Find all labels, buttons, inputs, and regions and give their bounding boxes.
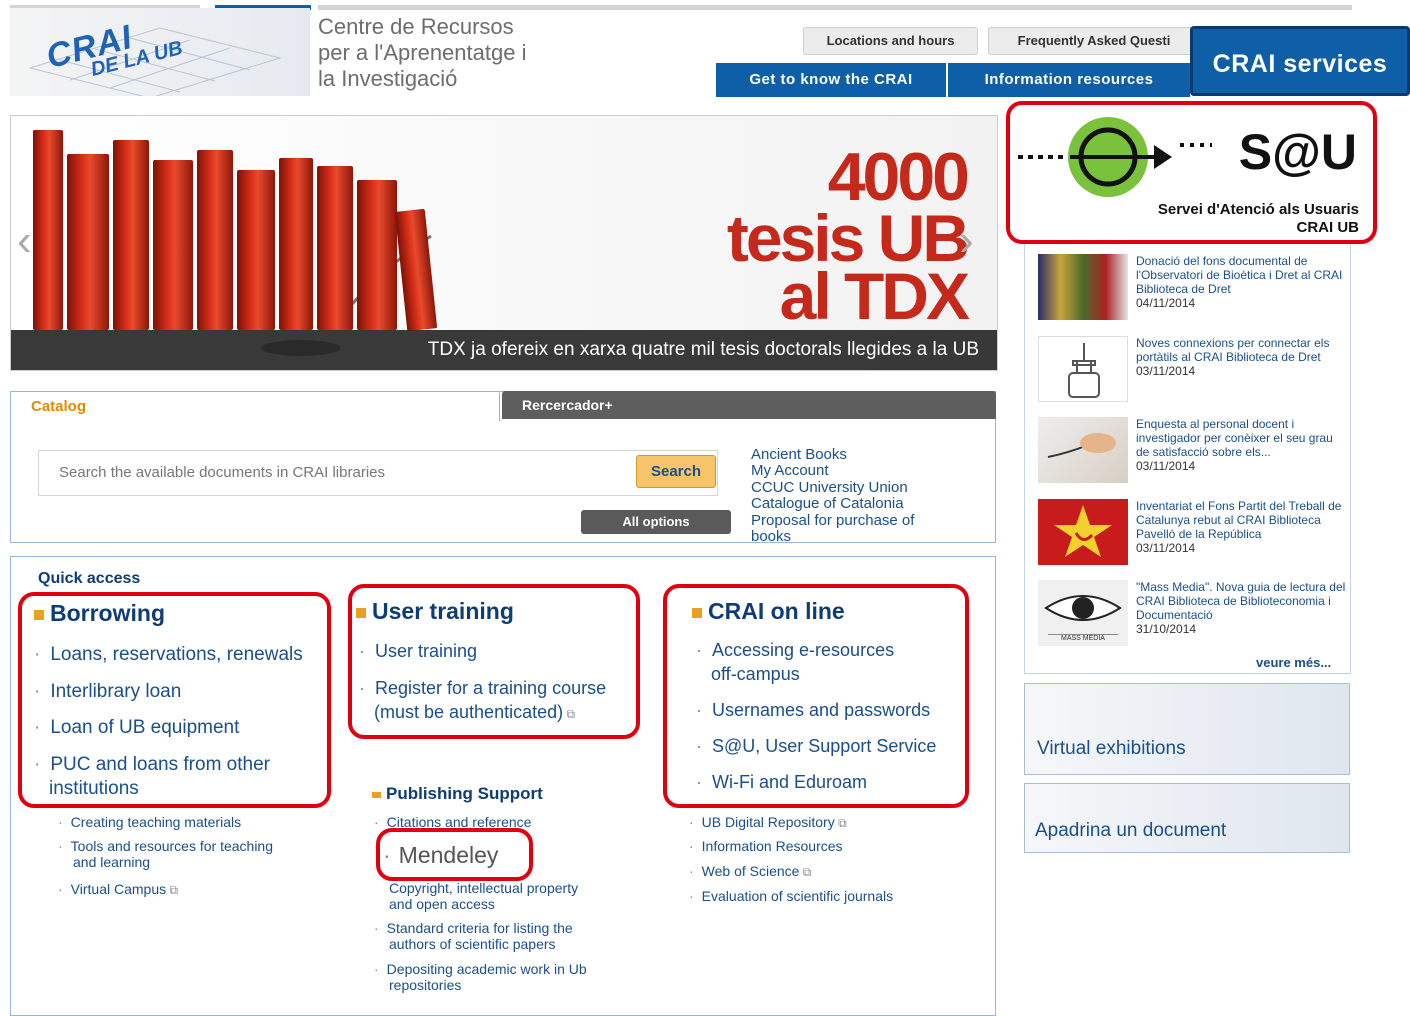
power-plug-icon xyxy=(1038,336,1128,402)
publishing-support-title[interactable]: Publishing Support xyxy=(372,784,543,804)
news-thumbnail-hand-writing xyxy=(1038,417,1128,483)
banner-headline-3: al TDX xyxy=(779,259,970,333)
book-spine xyxy=(153,160,193,330)
nav-get-to-know[interactable]: Get to know the CRAI xyxy=(716,63,946,97)
link-copyright-cont[interactable]: and open access xyxy=(389,896,495,912)
search-button[interactable]: Search xyxy=(636,455,716,488)
top-bar xyxy=(318,5,1352,10)
crai-services-button[interactable]: CRAI services xyxy=(1190,26,1410,96)
news-item[interactable]: Donació del fons documental de l'Observa… xyxy=(1038,254,1348,324)
news-item[interactable]: Inventariat el Fons Partit del Treball d… xyxy=(1038,499,1348,569)
locations-hours-button[interactable]: Locations and hours xyxy=(803,27,978,55)
faq-button[interactable]: Frequently Asked Questi xyxy=(988,27,1200,55)
link-creating-teaching[interactable]: Creating teaching materials xyxy=(58,814,241,830)
link-tools-teaching[interactable]: Tools and resources for teaching xyxy=(58,838,273,854)
news-item[interactable]: Enquesta al personal docent i investigad… xyxy=(1038,417,1348,487)
link-depositing-cont[interactable]: repositories xyxy=(389,977,461,993)
link-proposal-purchase[interactable]: Proposal for purchase of xyxy=(751,512,914,529)
nav-information-resources[interactable]: Information resources xyxy=(948,63,1190,97)
highlight-user-training xyxy=(348,584,640,739)
book-spine xyxy=(237,170,275,330)
link-tools-teaching-cont[interactable]: and learning xyxy=(73,854,150,870)
org-name: Centre de Recursos per a l'Aprenentatge … xyxy=(318,14,527,91)
book-spine xyxy=(67,154,109,330)
news-text: Donació del fons documental de l'Observa… xyxy=(1136,254,1343,310)
star-hammer-sickle-icon xyxy=(1038,499,1128,565)
all-options-button[interactable]: All options xyxy=(581,510,731,534)
next-arrow-icon[interactable]: › xyxy=(959,216,974,266)
link-my-account[interactable]: My Account xyxy=(751,462,914,479)
highlight-borrowing xyxy=(18,592,331,808)
publishing-title-text: Publishing Support xyxy=(386,784,543,803)
book-spine xyxy=(33,130,63,330)
book-spine xyxy=(197,150,233,330)
link-ub-digital-repository[interactable]: UB Digital Repository xyxy=(689,814,847,831)
link-depositing[interactable]: Depositing academic work in Ub xyxy=(374,961,587,977)
news-text: "Mass Media". Nova guia de lectura del C… xyxy=(1136,580,1346,636)
link-copyright[interactable]: Copyright, intellectual property xyxy=(389,880,578,896)
catalog-links: Ancient Books My Account CCUC University… xyxy=(751,446,914,545)
news-item[interactable]: Noves connexions per connectar els portà… xyxy=(1038,336,1348,406)
crai-logo[interactable]: CRAI DE LA UB xyxy=(10,8,310,96)
bullet-square-icon xyxy=(372,791,381,798)
tab-rercercador[interactable]: Rercercador+ xyxy=(502,391,996,419)
prev-arrow-icon[interactable]: ‹ xyxy=(17,216,32,266)
highlight-mendeley xyxy=(376,828,533,881)
quick-access-title: Quick access xyxy=(38,570,141,587)
news-text: Inventariat el Fons Partit del Treball d… xyxy=(1136,499,1342,555)
link-web-of-science[interactable]: Web of Science xyxy=(689,863,811,880)
mass-media-thumb-label: MASS MEDIA xyxy=(1048,634,1118,642)
book-spine xyxy=(113,140,149,330)
link-standard-criteria[interactable]: Standard criteria for listing the xyxy=(374,920,573,936)
book-spine xyxy=(357,180,397,330)
link-standard-criteria-cont[interactable]: authors of scientific papers xyxy=(389,936,556,952)
link-evaluation-journals[interactable]: Evaluation of scientific journals xyxy=(689,888,893,904)
news-item[interactable]: MASS MEDIA "Mass Media". Nova guia de le… xyxy=(1038,580,1348,646)
link-virtual-campus[interactable]: Virtual Campus xyxy=(58,881,178,898)
book-spine xyxy=(317,166,353,330)
highlight-crai-online xyxy=(663,584,969,808)
link-ccuc[interactable]: CCUC University Union xyxy=(751,479,914,496)
apadrina-document-banner[interactable]: Apadrina un document xyxy=(1024,783,1350,853)
banner-slider[interactable]: 4000 tesis UB al TDX ‹ › TDX ja ofereix … xyxy=(10,115,998,371)
book-spine xyxy=(279,158,313,330)
link-ancient-books[interactable]: Ancient Books xyxy=(751,446,914,463)
search-input[interactable]: Search the available documents in CRAI l… xyxy=(38,450,718,496)
sau-logo-banner[interactable]: S@U Servei d'Atenció als Usuaris CRAI UB xyxy=(1006,101,1377,244)
tab-catalog[interactable]: Catalog xyxy=(10,391,500,421)
news-text: Noves connexions per connectar els portà… xyxy=(1136,336,1330,378)
sau-line1: Servei d'Atenció als Usuaris xyxy=(1157,201,1359,218)
link-information-resources[interactable]: Information Resources xyxy=(689,838,843,854)
news-more-link[interactable]: veure més... xyxy=(1256,655,1331,670)
sau-logo-text: S@U xyxy=(1238,124,1357,180)
link-catalogue-catalonia[interactable]: Catalogue of Catalonia xyxy=(751,495,914,512)
virtual-exhibitions-label: Virtual exhibitions xyxy=(1037,738,1186,759)
eye-icon: MASS MEDIA xyxy=(1038,580,1128,646)
link-proposal-purchase-cont[interactable]: books xyxy=(751,528,914,545)
sau-line2: CRAI UB xyxy=(1296,219,1360,236)
banner-caption: TDX ja ofereix en xarxa quatre mil tesis… xyxy=(11,330,997,370)
apadrina-document-label: Apadrina un document xyxy=(1035,820,1227,841)
virtual-exhibitions-banner[interactable]: Virtual exhibitions xyxy=(1024,683,1350,775)
news-text: Enquesta al personal docent i investigad… xyxy=(1136,417,1333,473)
news-thumbnail-bookshelf xyxy=(1038,254,1128,320)
